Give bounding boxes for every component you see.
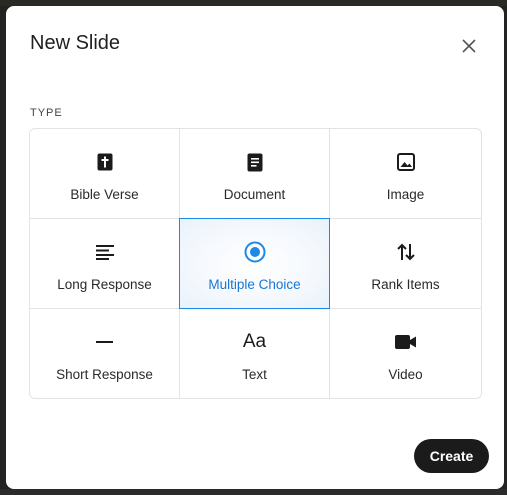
- type-option-label: Bible Verse: [70, 187, 139, 202]
- type-option-multiple-choice[interactable]: Multiple Choice: [179, 218, 330, 309]
- radio-icon: [243, 241, 267, 263]
- type-section-label: TYPE: [30, 107, 63, 119]
- type-option-rank-items[interactable]: Rank Items: [330, 219, 481, 309]
- type-option-label: Multiple Choice: [208, 277, 301, 292]
- type-option-label: Document: [223, 187, 286, 202]
- bible-icon: [93, 151, 117, 173]
- slide-type-grid: Bible Verse Document Image Long Response…: [29, 128, 482, 399]
- type-option-label: Long Response: [57, 277, 152, 292]
- type-option-label: Text: [242, 367, 267, 382]
- type-option-label: Short Response: [56, 367, 153, 382]
- type-option-image[interactable]: Image: [330, 129, 481, 219]
- backdrop-strip-bottom: [0, 489, 507, 495]
- dialog-title: New Slide: [30, 32, 121, 54]
- type-option-bible-verse[interactable]: Bible Verse: [30, 129, 180, 219]
- type-option-text[interactable]: Aa Text: [180, 309, 330, 398]
- text-aa-icon: Aa: [242, 331, 267, 352]
- create-button[interactable]: Create: [414, 439, 489, 473]
- type-option-document[interactable]: Document: [180, 129, 330, 219]
- type-option-short-response[interactable]: Short Response: [30, 309, 180, 398]
- video-camera-icon: [394, 331, 418, 353]
- short-text-icon: [93, 331, 117, 353]
- type-option-long-response[interactable]: Long Response: [30, 219, 180, 309]
- close-icon: [462, 39, 476, 53]
- type-option-video[interactable]: Video: [330, 309, 481, 398]
- long-text-icon: [93, 241, 117, 263]
- new-slide-dialog: New Slide TYPE Bible Verse Document Imag…: [6, 6, 504, 489]
- document-icon: [243, 151, 267, 173]
- type-option-label: Image: [386, 187, 425, 202]
- type-option-label: Video: [388, 367, 423, 382]
- close-button[interactable]: [457, 34, 481, 58]
- image-icon: [394, 151, 418, 173]
- type-option-label: Rank Items: [371, 277, 440, 292]
- sort-arrows-icon: [394, 241, 418, 263]
